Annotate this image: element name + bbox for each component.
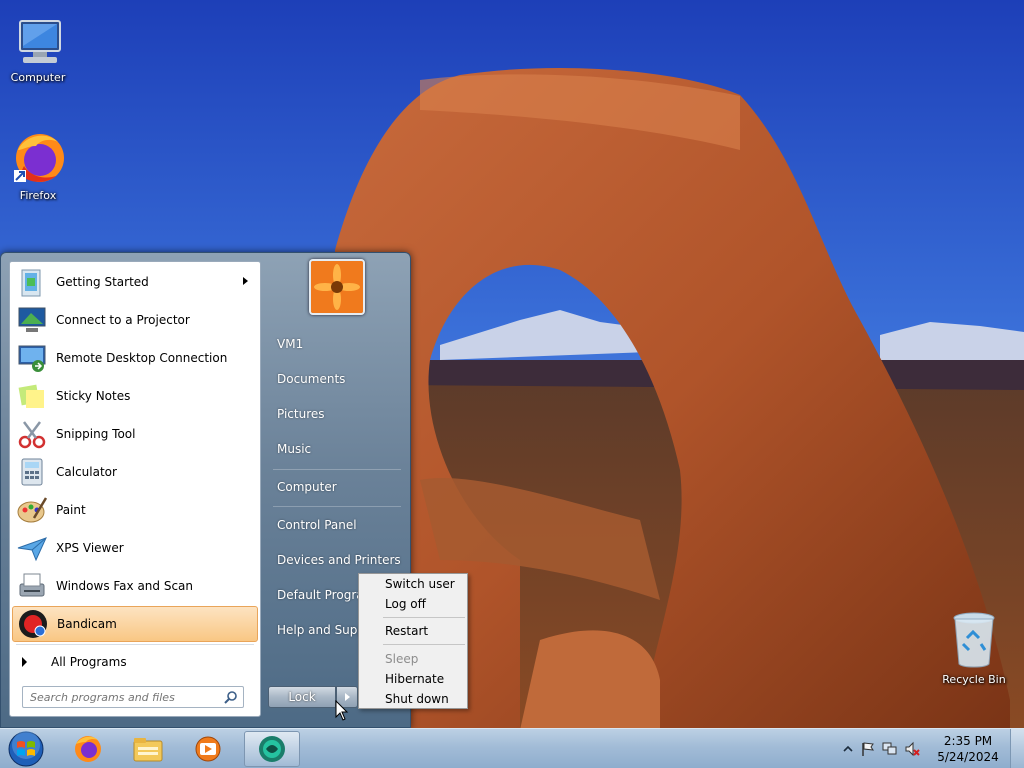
menu-item-sleep: Sleep [385, 652, 419, 666]
file-explorer-icon [133, 738, 163, 762]
places-separator [273, 506, 401, 507]
start-orb-windows-icon[interactable] [6, 730, 46, 768]
lock-button[interactable]: Lock [268, 686, 336, 708]
place-item-label: Music [277, 442, 312, 456]
place-item-control-panel[interactable]: Control Panel [269, 511, 407, 539]
sticky-notes-icon [18, 384, 44, 408]
place-item-documents[interactable]: Documents [269, 365, 407, 393]
taskbar-button-media-player[interactable] [180, 731, 236, 767]
program-item-bandicam[interactable]: Bandicam [12, 606, 258, 642]
desktop-icon-recycle-bin[interactable]: Recycle Bin [936, 610, 1012, 686]
place-item-user-folder[interactable]: VM1 [269, 330, 407, 358]
getting-started-icon [21, 269, 41, 297]
calculator-icon [21, 458, 43, 486]
submenu-arrow-icon [243, 277, 248, 285]
system-tray: 2:35 PM 5/24/2024 [834, 729, 1024, 768]
search-input[interactable] [30, 690, 220, 704]
program-item-label: Bandicam [57, 617, 117, 631]
program-item-label: Windows Fax and Scan [56, 579, 194, 593]
fax-icon [19, 573, 45, 597]
all-programs-label: All Programs [51, 655, 127, 669]
program-item-label: XPS Viewer [56, 541, 124, 555]
menu-separator [383, 617, 465, 618]
program-item-getting-started[interactable]: Getting Started [12, 264, 258, 300]
taskbar-button-file-explorer[interactable] [120, 731, 176, 767]
program-item-label: Sticky Notes [56, 389, 131, 403]
program-item-label: Remote Desktop Connection [56, 351, 228, 365]
program-item-windows-fax-scan[interactable]: Windows Fax and Scan [12, 568, 258, 604]
place-item-music[interactable]: Music [269, 435, 407, 463]
program-item-xps-viewer[interactable]: XPS Viewer [12, 530, 258, 566]
remote-desktop-icon [18, 345, 46, 372]
taskbar-button-bandicam[interactable] [244, 731, 300, 767]
desktop-icon-label: Firefox [19, 189, 57, 202]
place-item-computer[interactable]: Computer [269, 473, 407, 501]
taskbar-clock[interactable]: 2:35 PM 5/24/2024 [936, 733, 1000, 765]
place-item-pictures[interactable]: Pictures [269, 400, 407, 428]
bandicam-icon [19, 610, 47, 638]
flower-avatar-icon [311, 261, 363, 313]
shutdown-options-menu: Switch user Log off Restart Sleep Hibern… [358, 573, 468, 709]
computer-icon [19, 20, 61, 63]
place-item-devices-printers[interactable]: Devices and Printers [269, 546, 407, 574]
program-item-paint[interactable]: Paint [12, 492, 258, 528]
places-separator [273, 469, 401, 470]
user-picture[interactable] [309, 259, 365, 315]
program-item-remote-desktop[interactable]: Remote Desktop Connection [12, 340, 258, 376]
place-item-label: VM1 [277, 337, 304, 351]
program-item-label: Snipping Tool [56, 427, 136, 441]
taskbar-button-firefox[interactable] [60, 731, 116, 767]
desktop-icon-label: Computer [10, 71, 66, 84]
projector-icon [18, 307, 46, 332]
program-item-label: Getting Started [56, 275, 149, 289]
menu-item-switch-user[interactable]: Switch user [361, 574, 465, 594]
desktop-icon-computer[interactable]: Computer [0, 18, 76, 84]
program-item-label: Paint [56, 503, 86, 517]
place-item-label: Computer [277, 480, 337, 494]
action-center-flag-icon[interactable] [860, 741, 876, 757]
scissors-icon [18, 421, 46, 449]
program-item-sticky-notes[interactable]: Sticky Notes [12, 378, 258, 414]
menu-item-log-off[interactable]: Log off [361, 594, 465, 614]
all-programs-button[interactable]: All Programs [20, 650, 250, 674]
program-item-connect-projector[interactable]: Connect to a Projector [12, 302, 258, 338]
start-menu-programs-pane: Getting Started Connect to a Projector R… [9, 261, 261, 717]
network-icon[interactable] [882, 741, 898, 757]
taskbar: 2:35 PM 5/24/2024 [0, 728, 1024, 768]
media-player-icon [195, 736, 221, 762]
show-hidden-icons-chevron-up-icon[interactable] [840, 741, 856, 757]
desktop-icon-firefox[interactable]: Firefox [0, 130, 76, 202]
place-item-label: Documents [277, 372, 346, 386]
recycle-bin-icon [953, 612, 995, 668]
program-item-label: Connect to a Projector [56, 313, 190, 327]
mouse-cursor-icon [335, 700, 349, 721]
program-item-snipping-tool[interactable]: Snipping Tool [12, 416, 258, 452]
program-item-label: Calculator [56, 465, 117, 479]
clock-date: 5/24/2024 [937, 750, 999, 764]
show-desktop-button[interactable] [1010, 729, 1024, 768]
bandicam-app-icon [259, 736, 285, 762]
place-item-label: Pictures [277, 407, 325, 421]
place-item-label: Devices and Printers [277, 553, 401, 567]
desktop-icon-label: Recycle Bin [942, 673, 1006, 686]
menu-item-hibernate[interactable]: Hibernate [361, 669, 465, 689]
menu-item-restart[interactable]: Restart [361, 621, 465, 641]
all-programs-separator [16, 644, 254, 645]
firefox-icon [75, 736, 101, 762]
search-icon[interactable] [224, 690, 238, 704]
xps-viewer-icon [17, 537, 47, 562]
firefox-icon [14, 134, 64, 182]
volume-muted-icon[interactable] [904, 741, 920, 757]
paint-palette-icon [17, 497, 48, 523]
search-programs-field[interactable] [22, 686, 244, 708]
menu-separator [383, 644, 465, 645]
triangle-right-icon [22, 657, 27, 667]
menu-item-shut-down[interactable]: Shut down [361, 689, 465, 709]
place-item-label: Control Panel [277, 518, 357, 532]
start-menu: Getting Started Connect to a Projector R… [0, 252, 411, 728]
clock-time: 2:35 PM [943, 734, 993, 748]
program-item-calculator[interactable]: Calculator [12, 454, 258, 490]
